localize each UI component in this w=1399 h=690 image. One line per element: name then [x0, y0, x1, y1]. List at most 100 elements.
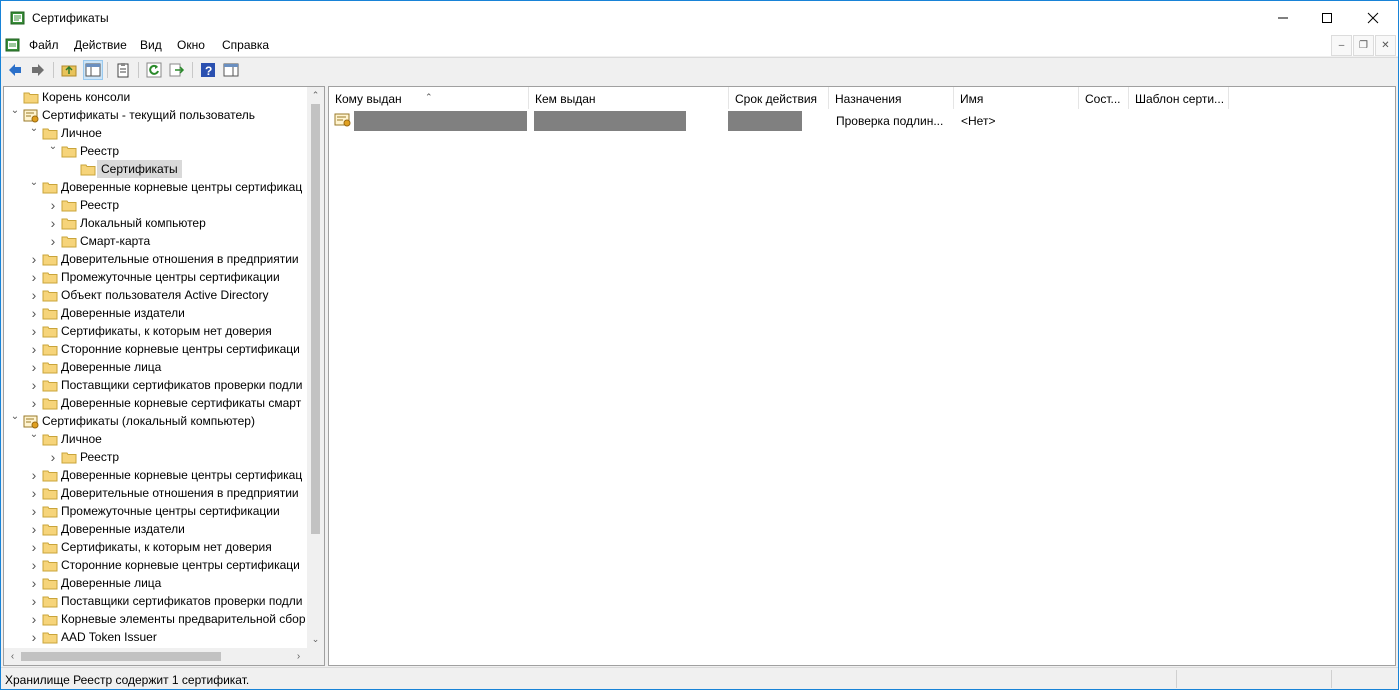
tree-hscroll-thumb[interactable] — [21, 652, 221, 661]
tree-item[interactable]: ⌄ Сертификаты - текущий пользователь — [9, 105, 309, 124]
chevron-right-icon[interactable]: › — [28, 304, 40, 322]
mdi-close-button[interactable]: ✕ — [1375, 35, 1396, 56]
show-action-pane-button[interactable] — [222, 61, 240, 79]
tree-item[interactable]: ⌄ Сертификаты (локальный компьютер) — [9, 411, 309, 430]
column-expiration[interactable]: Срок действия — [729, 87, 829, 109]
tree-item[interactable]: ⌄ Личное — [28, 123, 324, 142]
chevron-right-icon[interactable]: › — [28, 286, 40, 304]
chevron-down-icon[interactable]: ⌄ — [9, 102, 21, 120]
tree-item[interactable]: › Объект пользователя Active Directory — [28, 286, 324, 304]
mdi-minimize-button[interactable]: – — [1331, 35, 1352, 56]
tree-item[interactable]: › Доверительные отношения в предприятии — [28, 484, 324, 502]
scroll-down-icon[interactable]: ⌄ — [307, 631, 324, 648]
tree-item[interactable]: › Доверенные корневые сертификаты смарт — [28, 394, 324, 412]
menu-file[interactable]: Файл — [29, 38, 59, 52]
properties-button[interactable] — [114, 61, 132, 79]
mdi-restore-button[interactable]: ❐ — [1353, 35, 1374, 56]
column-name[interactable]: Имя — [954, 87, 1079, 109]
help-button[interactable]: ? — [199, 61, 217, 79]
tree-item[interactable]: › Смарт-карта — [47, 232, 324, 250]
tree-item[interactable]: › Корневые элементы предварительной сбор — [28, 610, 324, 628]
chevron-right-icon[interactable]: › — [28, 484, 40, 502]
chevron-down-icon[interactable]: ⌄ — [47, 138, 59, 156]
column-issued-by[interactable]: Кем выдан — [529, 87, 729, 109]
tree-item[interactable]: › Сертификаты, к которым нет доверия — [28, 322, 324, 340]
chevron-right-icon[interactable]: › — [28, 322, 40, 340]
menu-window[interactable]: Окно — [177, 38, 205, 52]
console-menu-icon[interactable] — [5, 37, 21, 56]
chevron-right-icon[interactable]: › — [47, 196, 59, 214]
export-icon — [169, 63, 185, 77]
chevron-right-icon[interactable]: › — [47, 214, 59, 232]
chevron-right-icon[interactable]: › — [28, 610, 40, 628]
chevron-right-icon[interactable]: › — [47, 448, 59, 466]
tree-item[interactable]: Сертификаты — [66, 160, 324, 178]
tree-item[interactable]: Корень консоли — [9, 88, 309, 106]
tree-vertical-scrollbar[interactable]: ⌃ ⌄ — [307, 87, 324, 648]
chevron-right-icon[interactable]: › — [28, 466, 40, 484]
tree-item[interactable]: › Сторонние корневые центры сертификаци — [28, 556, 324, 574]
tree-item[interactable]: › Доверенные корневые центры сертификац — [28, 466, 324, 484]
tree-item[interactable]: › Локальный компьютер — [47, 214, 324, 232]
chevron-down-icon[interactable]: ⌄ — [28, 426, 40, 444]
tree-horizontal-scrollbar[interactable]: ‹ › — [4, 648, 307, 665]
tree-item[interactable]: › Промежуточные центры сертификации — [28, 502, 324, 520]
forward-arrow-icon — [32, 64, 44, 76]
tree-item[interactable]: ⌄ Реестр — [47, 141, 324, 160]
chevron-right-icon[interactable]: › — [28, 574, 40, 592]
tree-item[interactable]: › Сертификаты, к которым нет доверия — [28, 538, 324, 556]
chevron-right-icon[interactable]: › — [28, 376, 40, 394]
column-issued-to[interactable]: Кому выдан ⌃ — [329, 87, 529, 109]
console-tree-icon — [85, 63, 101, 77]
tree-item[interactable]: › Поставщики сертификатов проверки подли — [28, 592, 324, 610]
chevron-right-icon[interactable]: › — [28, 592, 40, 610]
tree-item[interactable]: › Промежуточные центры сертификации — [28, 268, 324, 286]
scroll-left-icon[interactable]: ‹ — [4, 648, 21, 665]
chevron-right-icon[interactable]: › — [28, 358, 40, 376]
tree-item[interactable]: ⌄ Личное — [28, 429, 324, 448]
tree-item[interactable]: › Реестр — [47, 196, 324, 214]
scroll-right-icon[interactable]: › — [290, 648, 307, 665]
tree-item[interactable]: › Доверенные лица — [28, 358, 324, 376]
chevron-right-icon[interactable]: › — [28, 628, 40, 646]
tree-item[interactable]: › Доверенные издатели — [28, 304, 324, 322]
chevron-right-icon[interactable]: › — [47, 232, 59, 250]
export-list-button[interactable] — [168, 61, 186, 79]
minimize-button[interactable] — [1260, 1, 1306, 34]
tree-item-label: Сертификаты - текущий пользователь — [42, 108, 256, 122]
tree-item[interactable]: › Доверительные отношения в предприятии — [28, 250, 324, 268]
back-button[interactable] — [6, 61, 24, 79]
tree-item[interactable]: › Доверенные издатели — [28, 520, 324, 538]
tree-item[interactable]: › AAD Token Issuer — [28, 628, 324, 646]
chevron-down-icon[interactable]: ⌄ — [28, 174, 40, 192]
chevron-right-icon[interactable]: › — [28, 538, 40, 556]
tree-item[interactable]: › Поставщики сертификатов проверки подли — [28, 376, 324, 394]
chevron-down-icon[interactable]: ⌄ — [28, 120, 40, 138]
column-purposes[interactable]: Назначения — [829, 87, 954, 109]
tree-item[interactable]: › Реестр — [47, 448, 324, 466]
tree-item[interactable]: › Сторонние корневые центры сертификаци — [28, 340, 324, 358]
chevron-down-icon[interactable]: ⌄ — [9, 408, 21, 426]
forward-button[interactable] — [29, 61, 47, 79]
chevron-right-icon[interactable]: › — [28, 250, 40, 268]
menu-view[interactable]: Вид — [140, 38, 162, 52]
chevron-right-icon[interactable]: › — [28, 556, 40, 574]
column-status[interactable]: Сост... — [1079, 87, 1129, 109]
tree-item[interactable]: › Доверенные лица — [28, 574, 324, 592]
menu-help[interactable]: Справка — [222, 38, 269, 52]
refresh-button[interactable] — [145, 61, 163, 79]
up-one-level-button[interactable] — [60, 61, 78, 79]
chevron-right-icon[interactable]: › — [28, 502, 40, 520]
tree-item[interactable]: ⌄ Доверенные корневые центры сертификац — [28, 177, 324, 196]
tree-scroll-thumb[interactable] — [311, 104, 320, 534]
show-hide-console-tree-button[interactable] — [83, 60, 103, 80]
menu-action[interactable]: Действие — [74, 38, 127, 52]
chevron-right-icon[interactable]: › — [28, 340, 40, 358]
scroll-up-icon[interactable]: ⌃ — [307, 87, 324, 104]
chevron-right-icon[interactable]: › — [28, 520, 40, 538]
chevron-right-icon[interactable]: › — [28, 268, 40, 286]
maximize-button[interactable] — [1304, 1, 1350, 34]
chevron-right-icon[interactable]: › — [28, 394, 40, 412]
close-button[interactable] — [1350, 1, 1396, 34]
column-template[interactable]: Шаблон серти... — [1129, 87, 1229, 109]
